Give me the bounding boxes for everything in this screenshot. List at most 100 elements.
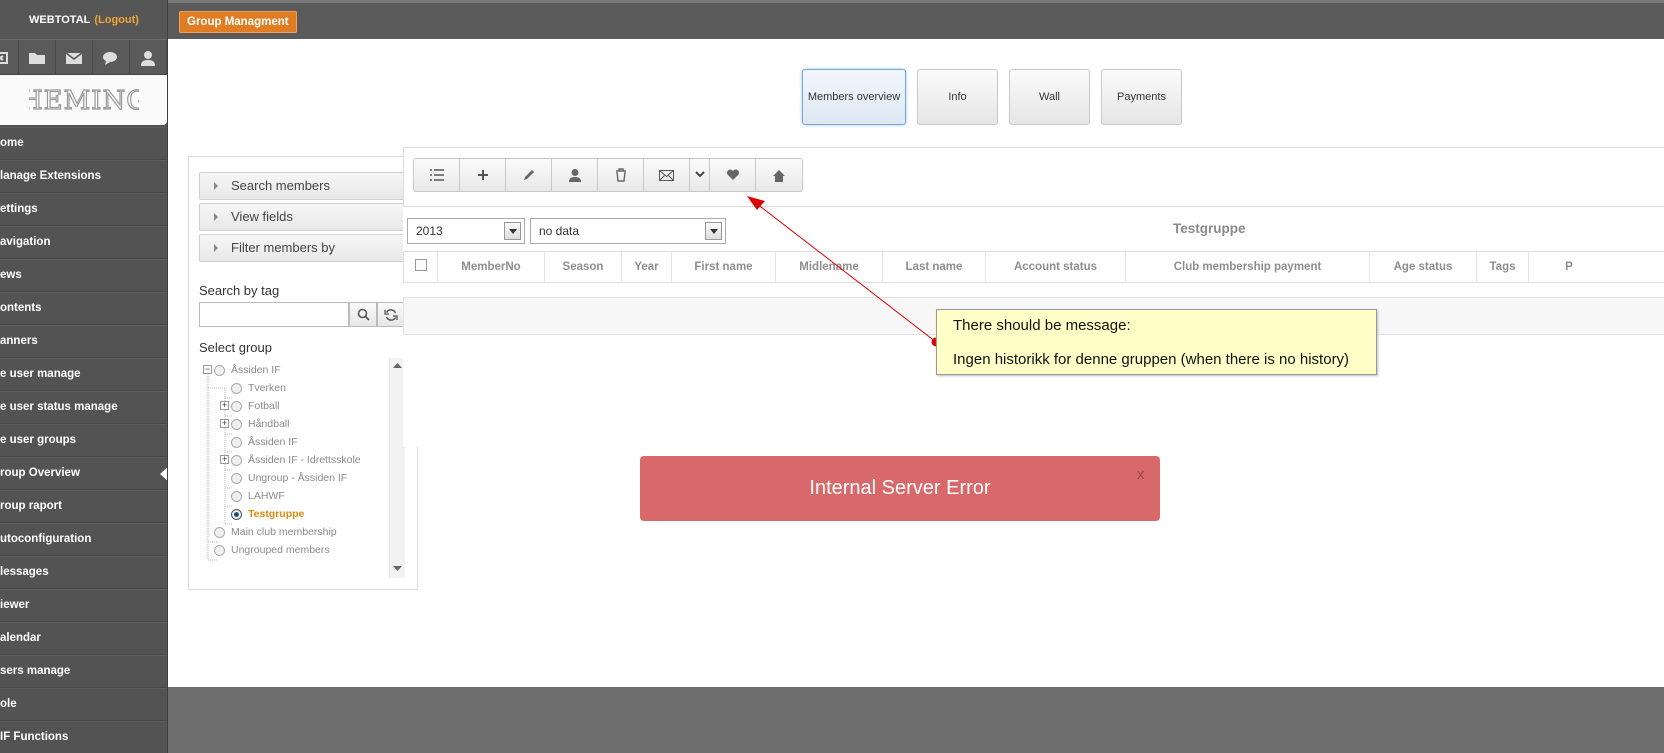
accordion-search-members[interactable]: Search members xyxy=(199,172,407,200)
tree-item[interactable]: Tverken xyxy=(231,380,286,396)
col-midlename[interactable]: Midlename xyxy=(776,252,883,283)
chevron-down-icon[interactable] xyxy=(690,159,710,191)
col-last-name[interactable]: Last name xyxy=(883,252,986,283)
tree-item[interactable]: Ungroup - Åssiden IF xyxy=(231,470,347,486)
mail-icon[interactable] xyxy=(56,40,93,76)
accordion-view-fields[interactable]: View fields xyxy=(199,203,407,231)
logo: HEMING xyxy=(0,75,167,125)
sidebar-item[interactable]: e user groups xyxy=(0,424,167,457)
tree-item[interactable]: Håndball xyxy=(231,416,289,432)
grid-header: MemberNo Season Year First name Midlenam… xyxy=(403,251,1664,283)
search-button[interactable] xyxy=(349,302,377,327)
edit-icon[interactable] xyxy=(506,159,552,191)
tree-item[interactable]: Ungrouped members xyxy=(214,542,330,558)
col-club-membership-payment[interactable]: Club membership payment xyxy=(1126,252,1370,283)
folder-icon[interactable] xyxy=(19,40,56,76)
close-icon[interactable] xyxy=(0,40,19,76)
radio-icon[interactable] xyxy=(231,454,242,466)
col-first-name[interactable]: First name xyxy=(672,252,776,283)
expand-icon[interactable]: + xyxy=(220,401,229,410)
sidebar-item[interactable]: anners xyxy=(0,325,167,358)
sidebar-item[interactable]: IF Functions xyxy=(0,721,167,753)
scroll-up-icon[interactable] xyxy=(393,362,402,368)
col-memberno[interactable]: MemberNo xyxy=(438,252,545,283)
members-panel: 2013 no data Testgruppe MemberNo Season … xyxy=(403,147,1664,447)
sidebar-item[interactable]: e user status manage xyxy=(0,391,167,424)
radio-icon[interactable] xyxy=(214,364,225,376)
year-select-value: 2013 xyxy=(416,224,443,238)
sidebar-item[interactable]: ews xyxy=(0,259,167,292)
tab-members-overview[interactable]: Members overview xyxy=(802,69,906,125)
tag-search-input[interactable] xyxy=(199,302,349,327)
heart-icon[interactable] xyxy=(710,159,756,191)
radio-icon[interactable] xyxy=(214,526,225,538)
tree-item[interactable]: Åssiden IF - Idrettsskole xyxy=(231,452,361,468)
sidebar-item[interactable]: utoconfiguration xyxy=(0,523,167,556)
sidebar-item[interactable]: ettings xyxy=(0,193,167,226)
list-icon[interactable] xyxy=(414,159,460,191)
year-select[interactable]: 2013 xyxy=(407,218,525,244)
user-icon[interactable] xyxy=(552,159,598,191)
tree-item[interactable]: Åssiden IF xyxy=(214,362,281,378)
sidebar-item[interactable]: ome xyxy=(0,127,167,160)
col-year[interactable]: Year xyxy=(622,252,672,283)
tab-payments[interactable]: Payments xyxy=(1101,69,1182,125)
sidebar-item[interactable]: roup Overview xyxy=(0,457,167,490)
sidebar-item[interactable]: alendar xyxy=(0,622,167,655)
sidebar-item[interactable]: lanage Extensions xyxy=(0,160,167,193)
sidebar-item[interactable]: ontents xyxy=(0,292,167,325)
expand-icon[interactable]: + xyxy=(220,455,229,464)
error-close-button[interactable]: x xyxy=(1137,466,1145,483)
radio-icon[interactable] xyxy=(231,436,242,448)
sidebar-item[interactable]: lessages xyxy=(0,556,167,589)
col-tags[interactable]: Tags xyxy=(1477,252,1529,283)
sidebar-item[interactable]: iewer xyxy=(0,589,167,622)
dropdown-arrow-icon[interactable] xyxy=(705,222,722,240)
accordion-filter-members[interactable]: Filter members by xyxy=(199,234,407,262)
tree-item[interactable]: Main club membership xyxy=(214,524,337,540)
accordion-label: Filter members by xyxy=(231,240,336,255)
tab-info[interactable]: Info xyxy=(917,69,998,125)
sidebar-item[interactable]: ole xyxy=(0,688,167,721)
refresh-button[interactable] xyxy=(377,302,405,327)
chat-icon[interactable] xyxy=(93,40,130,76)
svg-text:HEMING: HEMING xyxy=(29,86,139,116)
col-season[interactable]: Season xyxy=(545,252,622,283)
trash-icon[interactable] xyxy=(598,159,644,191)
col-account-status[interactable]: Account status xyxy=(986,252,1126,283)
col-partial[interactable]: P xyxy=(1529,252,1609,283)
accordion-label: Search members xyxy=(231,178,330,193)
logout-link[interactable]: (Logout) xyxy=(94,14,139,26)
main-content: Members overview Info Wall Payments Sear… xyxy=(168,39,1664,687)
add-icon[interactable] xyxy=(460,159,506,191)
col-age-status[interactable]: Age status xyxy=(1370,252,1477,283)
radio-icon[interactable] xyxy=(214,544,225,556)
tree-item[interactable]: Fotball xyxy=(231,398,280,414)
sidebar-item[interactable]: e user manage xyxy=(0,358,167,391)
user-icon[interactable] xyxy=(130,40,167,76)
home-icon[interactable] xyxy=(756,159,802,191)
tree-item[interactable]: Testgruppe xyxy=(231,506,304,522)
radio-icon[interactable] xyxy=(231,400,242,412)
radio-icon[interactable] xyxy=(231,382,242,394)
sidebar-item[interactable]: sers manage xyxy=(0,655,167,688)
footer xyxy=(168,687,1664,753)
tree-item[interactable]: Åssiden IF xyxy=(231,434,298,450)
dropdown-arrow-icon[interactable] xyxy=(504,222,521,240)
radio-icon[interactable] xyxy=(231,508,242,520)
radio-icon[interactable] xyxy=(231,472,242,484)
select-all-checkbox[interactable] xyxy=(414,259,427,272)
sidebar-item[interactable]: avigation xyxy=(0,226,167,259)
radio-icon[interactable] xyxy=(231,418,242,430)
radio-icon[interactable] xyxy=(231,490,242,502)
select-group-label: Select group xyxy=(199,340,272,355)
tree-item[interactable]: LAHWF xyxy=(231,488,285,504)
expand-icon[interactable]: + xyxy=(220,419,229,428)
mail-icon[interactable] xyxy=(644,159,690,191)
section-badge[interactable]: Group Managment xyxy=(179,11,297,33)
data-select[interactable]: no data xyxy=(530,218,726,244)
collapse-icon[interactable]: − xyxy=(203,365,212,374)
scroll-down-icon[interactable] xyxy=(393,566,402,572)
sidebar-item[interactable]: roup raport xyxy=(0,490,167,523)
tab-wall[interactable]: Wall xyxy=(1009,69,1090,125)
